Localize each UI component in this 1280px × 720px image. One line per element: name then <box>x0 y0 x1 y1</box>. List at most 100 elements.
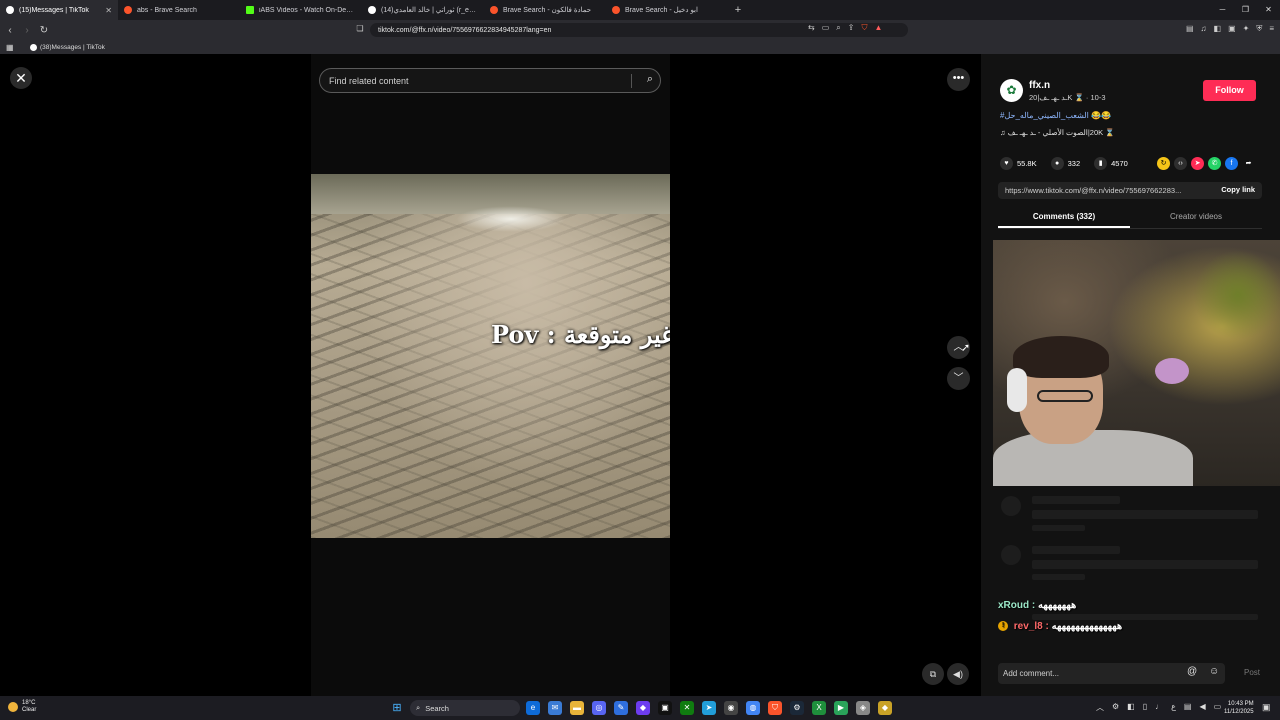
translate-icon[interactable]: ⇆ <box>808 23 815 33</box>
next-video-button[interactable]: ﹀ <box>947 367 970 390</box>
like-button[interactable]: ♥ 55.8K <box>1000 157 1037 170</box>
related-search-input[interactable]: Find related content ⌕ <box>319 68 661 93</box>
app-icon[interactable]: ▶ <box>834 701 848 715</box>
new-tab-icon[interactable]: + <box>728 4 748 16</box>
apps-grid-icon[interactable]: ▦ <box>6 43 16 52</box>
bookmark-item[interactable]: (38)Messages | TikTok <box>30 43 105 51</box>
tray-app-icon[interactable]: ◧ <box>1127 702 1135 713</box>
music-icon[interactable]: ♫ <box>1201 24 1207 34</box>
app-icon[interactable]: ◈ <box>856 701 870 715</box>
save-button[interactable]: ▮ 4570 <box>1094 157 1128 170</box>
window-controls: ─ ❐ ✕ <box>1211 0 1280 20</box>
file-explorer-icon[interactable]: ▬ <box>570 701 584 715</box>
tab-creator-videos[interactable]: Creator videos <box>1130 209 1262 228</box>
browser-tab-6[interactable]: Brave Search - ابو دخيل <box>606 0 728 20</box>
app-icon[interactable]: ◉ <box>724 701 738 715</box>
tray-overflow-icon[interactable]: ︿ <box>1096 702 1104 713</box>
share-arrow-icon[interactable]: ➦ <box>1242 157 1255 170</box>
notification-bell-icon[interactable]: ▣ <box>1262 702 1271 713</box>
xbox-icon[interactable]: ✕ <box>680 701 694 715</box>
zoom-icon[interactable]: ⌕ <box>836 23 840 33</box>
webcam-plush-toy <box>1155 358 1189 384</box>
reload-icon[interactable]: ↻ <box>37 25 51 36</box>
extensions-icon[interactable]: ✦ <box>1243 24 1250 34</box>
battery-icon[interactable]: ▭ <box>1214 702 1222 713</box>
video-link-field[interactable]: https://www.tiktok.com/@ffx.n/video/7556… <box>998 182 1262 199</box>
repost-icon[interactable]: ↻ <box>1157 157 1170 170</box>
user-subtitle: 20|ـد ـهـ ـف‎K ⌛ · 10-3 <box>1029 93 1106 102</box>
brave-shields-icon[interactable]: ⛉ <box>861 23 867 33</box>
mail-icon[interactable]: ✉ <box>548 701 562 715</box>
tiktok-favicon-icon <box>368 6 376 14</box>
whatsapp-icon[interactable]: ✆ <box>1208 157 1221 170</box>
browser-tab-4[interactable]: (14)ثوراتي | خالد العامدي (r_e7xx@) <box>362 0 484 20</box>
comment-skeleton-line <box>1032 574 1085 580</box>
taskbar-search[interactable]: ⌕ Search <box>410 700 520 716</box>
send-icon[interactable]: ➤ <box>1191 157 1204 170</box>
minimize-icon[interactable]: ─ <box>1211 0 1234 20</box>
bookmark-icon[interactable]: ❏ <box>353 24 367 33</box>
username[interactable]: ffx.n <box>1029 80 1050 91</box>
more-options-button[interactable]: ••• <box>947 68 970 91</box>
cast-icon[interactable]: ▭ <box>822 23 830 33</box>
capcut-icon[interactable]: ▣ <box>658 701 672 715</box>
volume-button[interactable]: ◀︎) <box>947 663 969 685</box>
like-count: 55.8K <box>1017 159 1037 168</box>
picture-in-picture-button[interactable]: ⧉ <box>922 663 944 685</box>
network-icon[interactable]: ▤ <box>1184 702 1192 713</box>
tray-app-icon[interactable]: ▯ <box>1143 702 1147 713</box>
sidebar-icon[interactable]: ◧ <box>1214 24 1222 34</box>
emoji-icon[interactable]: ☺ <box>1209 666 1219 677</box>
video-description[interactable]: #الشعب_الصيني_ماله_حل 😂😂 <box>1000 111 1111 120</box>
maximize-icon[interactable]: ❐ <box>1234 0 1257 20</box>
chrome-icon[interactable]: ◍ <box>746 701 760 715</box>
share-icon[interactable]: ⇪ <box>848 23 855 33</box>
comment-button[interactable]: ● 332 <box>1050 157 1080 170</box>
excel-icon[interactable]: X <box>812 701 826 715</box>
follow-button[interactable]: Follow <box>1203 80 1256 101</box>
notepad-icon[interactable]: ✎ <box>614 701 628 715</box>
brave-favicon-icon <box>490 6 498 14</box>
speaker-icon[interactable]: ◀︎ <box>1199 702 1205 713</box>
close-tab-icon[interactable]: ✕ <box>105 6 112 15</box>
vpn-icon[interactable]: ⛨ <box>1256 24 1262 34</box>
close-window-icon[interactable]: ✕ <box>1257 0 1280 20</box>
close-viewer-button[interactable]: ✕ <box>10 67 32 89</box>
browser-tab-1[interactable]: (15)Messages | TikTok ✕ <box>0 0 118 20</box>
wallet-icon[interactable]: ▤ <box>1186 24 1194 34</box>
tray-app-icon[interactable]: ⚙ <box>1112 702 1119 713</box>
post-button[interactable]: Post <box>1244 668 1260 677</box>
language-indicator[interactable]: ع <box>1171 702 1176 713</box>
facebook-icon[interactable]: f <box>1225 157 1238 170</box>
tab-manager-icon[interactable]: ▣ <box>1228 24 1236 34</box>
search-icon[interactable]: ⌕ <box>647 73 653 86</box>
sound-link[interactable]: ♫ الصوت الأصلي - ـد ـهـ ـف‎|20K ⌛ <box>1000 128 1115 137</box>
bookmark-icon: ▮ <box>1094 157 1108 170</box>
share-options: ↻ ‹› ➤ ✆ f ➦ <box>1157 157 1255 170</box>
menu-icon[interactable]: ≡ <box>1269 24 1274 34</box>
copy-link-button[interactable]: Copy link <box>1221 185 1255 194</box>
edge-icon[interactable]: e <box>526 701 540 715</box>
forward-icon[interactable]: › <box>20 25 34 36</box>
video-player[interactable]: Pov : غير متوقعة <box>311 174 670 538</box>
windows-start-icon[interactable]: ⊞ <box>390 701 404 715</box>
tab-comments[interactable]: Comments (332) <box>998 209 1130 228</box>
back-icon[interactable]: ‹ <box>3 25 17 36</box>
telegram-icon[interactable]: ➤ <box>702 701 716 715</box>
browser-tab-3[interactable]: iABS Videos - Watch On-Demand on... <box>240 0 362 20</box>
brave-icon[interactable]: ⛉ <box>768 701 782 715</box>
taskbar-clock[interactable]: 10:43 PM 11/12/2025 <box>1224 700 1254 716</box>
embed-icon[interactable]: ‹› <box>1174 157 1187 170</box>
avatar[interactable]: ✿ <box>1000 79 1023 102</box>
steam-icon[interactable]: ⚙ <box>790 701 804 715</box>
brave-rewards-icon[interactable]: ▲ <box>874 23 882 33</box>
mention-icon[interactable]: @ <box>1187 666 1197 677</box>
obsidian-icon[interactable]: ◆ <box>636 701 650 715</box>
discord-icon[interactable]: ◎ <box>592 701 606 715</box>
comment-input[interactable]: Add comment... @ ☺ <box>998 663 1225 684</box>
browser-tab-5[interactable]: Brave Search - حمادة فالكون <box>484 0 606 20</box>
browser-tab-2[interactable]: abs - Brave Search <box>118 0 240 20</box>
weather-widget[interactable]: 18°C Clear <box>8 700 36 714</box>
app-icon[interactable]: ◆ <box>878 701 892 715</box>
microphone-icon[interactable]: ♩ <box>1155 702 1163 713</box>
